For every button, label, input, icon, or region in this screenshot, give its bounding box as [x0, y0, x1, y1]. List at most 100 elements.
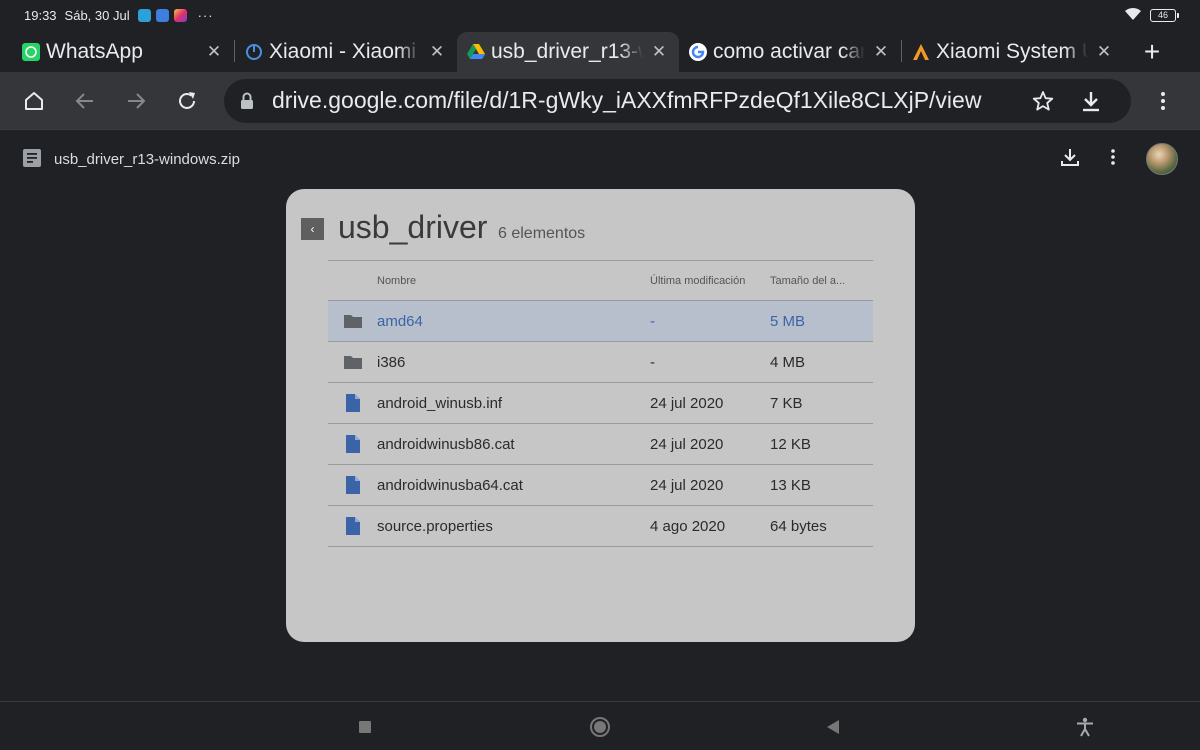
- column-header-modified[interactable]: Última modificación: [650, 275, 770, 287]
- row-size: 12 KB: [770, 435, 811, 453]
- download-button[interactable]: [1060, 147, 1080, 172]
- battery-icon: 46: [1150, 8, 1179, 22]
- accessibility-button[interactable]: [1072, 714, 1098, 740]
- download-icon: [1061, 148, 1079, 166]
- power-icon: [245, 43, 263, 61]
- table-row[interactable]: amd64 - 5 MB: [328, 301, 873, 342]
- file-table: Nombre Última modificación Tamaño del a.…: [328, 260, 873, 547]
- document-icon: [328, 435, 377, 453]
- address-bar[interactable]: drive.google.com/file/d/1R-gWky_iAXXfmRF…: [224, 78, 1131, 123]
- circle-icon: [590, 717, 610, 737]
- download-page-button[interactable]: [1067, 81, 1115, 121]
- home-button[interactable]: [10, 77, 58, 125]
- tab-strip: WhatsApp ✕ Xiaomi - Xiaomi Community ✕ u…: [0, 30, 1200, 72]
- file-name: usb_driver_r13-windows.zip: [54, 150, 240, 168]
- tab-whatsapp[interactable]: WhatsApp ✕: [12, 32, 234, 72]
- row-size: 7 KB: [770, 394, 803, 412]
- row-name: android_winusb.inf: [377, 394, 503, 412]
- instagram-icon: [173, 8, 187, 22]
- status-time: 19:33: [24, 7, 57, 23]
- status-date: Sáb, 30 Jul: [64, 7, 130, 23]
- back-nav-button[interactable]: [820, 714, 846, 740]
- table-row[interactable]: source.properties 4 ago 2020 64 bytes: [328, 506, 873, 547]
- row-modified: 24 jul 2020: [650, 476, 724, 494]
- new-tab-button[interactable]: +: [1128, 32, 1176, 72]
- drive-viewer-header: usb_driver_r13-windows.zip: [0, 131, 1200, 187]
- row-modified: -: [650, 353, 655, 371]
- close-tab-icon[interactable]: ✕: [1094, 42, 1114, 62]
- item-count: 6 elementos: [498, 225, 586, 242]
- arrow-left-icon: [75, 92, 93, 109]
- row-name: source.properties: [377, 517, 493, 535]
- folder-icon: [328, 355, 377, 369]
- row-modified: 24 jul 2020: [650, 394, 724, 412]
- system-navigation-bar: [0, 701, 1200, 750]
- tab-title: Xiaomi System UI: [936, 40, 1088, 63]
- star-icon: [1032, 90, 1054, 111]
- close-tab-icon[interactable]: ✕: [649, 42, 669, 62]
- more-notifications-icon: ···: [197, 7, 214, 23]
- tab-title: WhatsApp: [46, 40, 143, 63]
- bookmark-star-button[interactable]: [1019, 81, 1067, 121]
- download-icon: [1083, 91, 1099, 111]
- row-size: 4 MB: [770, 353, 806, 371]
- column-header-size[interactable]: Tamaño del a...: [770, 275, 873, 287]
- square-icon: [359, 721, 371, 733]
- xiaomi-icon: [912, 43, 930, 61]
- more-vert-icon: [1111, 148, 1115, 165]
- column-header-name[interactable]: Nombre: [377, 275, 650, 287]
- reload-icon: [179, 91, 195, 109]
- document-icon: [328, 476, 377, 494]
- wifi-icon: [1124, 7, 1142, 24]
- zip-preview-panel: ‹ usb_driver 6 elementos Nombre Última m…: [286, 189, 915, 642]
- folder-title: usb_driver: [338, 209, 488, 245]
- row-name: androidwinusba64.cat: [377, 476, 523, 494]
- table-row[interactable]: androidwinusb86.cat 24 jul 2020 12 KB: [328, 424, 873, 465]
- lock-icon[interactable]: [240, 92, 262, 110]
- tab-como-activar[interactable]: como activar carpeta ✕: [679, 32, 901, 72]
- more-vert-icon: [1161, 91, 1165, 110]
- table-header: Nombre Última modificación Tamaño del a.…: [328, 260, 873, 301]
- tab-xiaomi-community[interactable]: Xiaomi - Xiaomi Community ✕: [235, 32, 457, 72]
- app-store-icon: [155, 8, 169, 22]
- tab-title: como activar carpeta: [713, 40, 865, 63]
- google-icon: [689, 43, 707, 61]
- row-name: i386: [377, 353, 406, 371]
- row-name: androidwinusb86.cat: [377, 435, 515, 453]
- more-options-button[interactable]: [1098, 148, 1128, 171]
- close-tab-icon[interactable]: ✕: [871, 42, 891, 62]
- close-tab-icon[interactable]: ✕: [204, 42, 224, 62]
- row-size: 13 KB: [770, 476, 811, 494]
- triangle-back-icon: [827, 720, 839, 734]
- recents-button[interactable]: [352, 714, 378, 740]
- document-icon: [328, 394, 377, 412]
- row-size: 64 bytes: [770, 517, 827, 535]
- row-modified: 4 ago 2020: [650, 517, 726, 535]
- home-icon: [25, 91, 43, 110]
- tab-xiaomi-system-ui[interactable]: Xiaomi System UI ✕: [902, 32, 1124, 72]
- table-row[interactable]: i386 - 4 MB: [328, 342, 873, 383]
- browser-toolbar: drive.google.com/file/d/1R-gWky_iAXXfmRF…: [0, 72, 1200, 130]
- browser-menu-button[interactable]: [1139, 77, 1187, 125]
- accessibility-icon: [1077, 717, 1093, 737]
- avatar[interactable]: [1146, 143, 1178, 175]
- row-name: amd64: [377, 312, 423, 330]
- tab-title: Xiaomi - Xiaomi Community: [269, 40, 421, 63]
- tab-usb-driver[interactable]: usb_driver_r13-windows.zip ✕: [457, 32, 679, 72]
- forward-button[interactable]: [112, 77, 160, 125]
- archive-file-icon: [22, 148, 44, 170]
- close-tab-icon[interactable]: ✕: [427, 42, 447, 62]
- home-nav-button[interactable]: [587, 714, 613, 740]
- telegram-icon: [137, 8, 151, 22]
- table-row[interactable]: android_winusb.inf 24 jul 2020 7 KB: [328, 383, 873, 424]
- row-modified: 24 jul 2020: [650, 435, 724, 453]
- whatsapp-icon: [22, 43, 40, 61]
- row-modified: -: [650, 312, 655, 330]
- row-size: 5 MB: [770, 312, 806, 330]
- back-button[interactable]: [61, 77, 109, 125]
- reload-button[interactable]: [163, 77, 211, 125]
- url-text[interactable]: drive.google.com/file/d/1R-gWky_iAXXfmRF…: [272, 87, 1019, 114]
- table-row[interactable]: androidwinusba64.cat 24 jul 2020 13 KB: [328, 465, 873, 506]
- document-icon: [328, 517, 377, 535]
- back-button[interactable]: ‹: [301, 218, 324, 240]
